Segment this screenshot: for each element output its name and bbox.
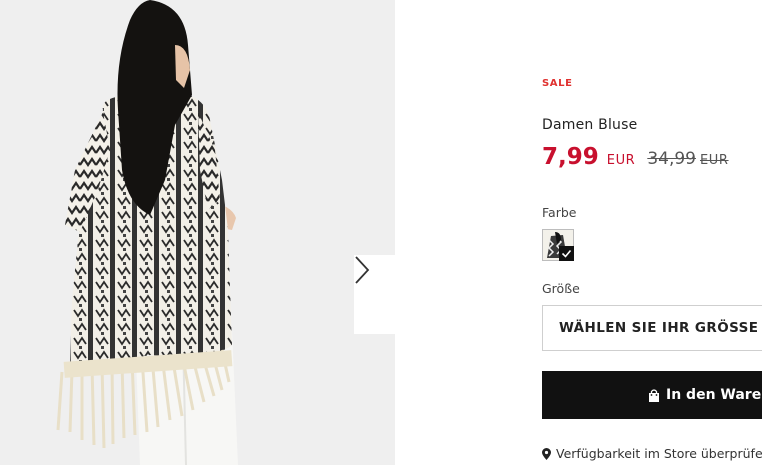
color-label: Farbe <box>542 205 577 220</box>
original-price-currency: EUR <box>699 153 729 168</box>
map-pin-icon <box>542 447 551 460</box>
next-image-button[interactable] <box>354 255 395 334</box>
sale-price-currency: EUR <box>606 153 636 168</box>
sale-badge: SALE <box>542 78 573 89</box>
size-select[interactable]: WÄHLEN SIE IHR GRÖSSE <box>542 305 762 351</box>
check-icon <box>559 246 574 261</box>
size-label: Größe <box>542 281 580 296</box>
product-image-gallery <box>0 0 395 465</box>
product-title: Damen Bluse <box>542 117 638 133</box>
store-availability-label: Verfügbarkeit im Store überprüfen <box>556 446 762 461</box>
price-row: 7,99 EUR 34,99 EUR <box>542 144 729 170</box>
product-page: SALE Damen Bluse 7,99 EUR 34,99 EUR Farb… <box>0 0 762 465</box>
add-to-cart-label: In den Waren <box>666 387 762 403</box>
original-price: 34,99 <box>647 149 696 169</box>
sale-price: 7,99 <box>542 144 599 170</box>
product-photo <box>0 0 395 465</box>
product-info: SALE Damen Bluse 7,99 EUR 34,99 EUR Farb… <box>542 0 762 465</box>
check-store-availability-link[interactable]: Verfügbarkeit im Store überprüfen <box>542 446 762 461</box>
shopping-bag-icon <box>648 388 660 402</box>
color-swatch-selected[interactable] <box>542 229 574 261</box>
add-to-cart-button[interactable]: In den Waren <box>542 371 762 419</box>
